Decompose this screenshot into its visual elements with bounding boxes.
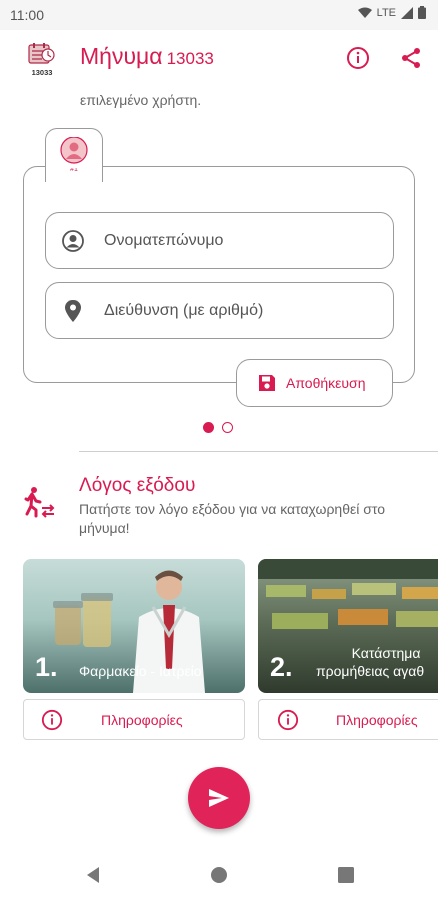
app-title-number: 13033	[166, 49, 214, 68]
nav-back-button[interactable]	[82, 864, 104, 886]
user-card	[23, 166, 415, 383]
info-icon	[347, 47, 369, 69]
share-icon	[402, 48, 420, 68]
status-bar: 11:00 LTE	[0, 0, 438, 30]
app-title: Μήνυμα 13033	[80, 43, 214, 70]
page-dot-2[interactable]	[222, 422, 233, 433]
user-tab-joint	[46, 164, 102, 168]
reason-number-2: 2.	[270, 652, 293, 682]
system-nav-bar	[0, 850, 438, 900]
name-field[interactable]: Ονοματεπώνυμο	[45, 212, 394, 269]
info-icon	[277, 709, 299, 730]
exit-reason-title: Λόγος εξόδου	[79, 475, 196, 496]
save-icon	[259, 375, 275, 391]
reason-number-1: 1.	[35, 652, 58, 682]
battery-icon	[418, 6, 426, 19]
status-icons: LTE	[357, 6, 426, 19]
home-circle-icon	[211, 867, 227, 883]
send-button[interactable]	[188, 767, 250, 829]
page-dot-1[interactable]	[203, 422, 214, 433]
reason-card-pharmacy[interactable]: 1. Φαρμακείο - Ιατρείο	[23, 559, 245, 693]
reason-title-1: Φαρμακείο - Ιατρείο	[79, 663, 202, 679]
back-triangle-icon	[87, 867, 99, 883]
reason-title-2-line2: προμήθειας αγαθ	[316, 663, 425, 679]
info-label-pharmacy: Πληροφορίες	[101, 711, 183, 728]
info-button-supply-store[interactable]: Πληροφορίες	[258, 699, 438, 740]
reason-title-2: Κατάστημα προμήθειας αγαθ	[316, 644, 424, 680]
info-icon	[41, 709, 63, 730]
walking-person-exit-icon	[24, 487, 55, 518]
signal-icon	[401, 6, 413, 19]
reason-title-2-line1: Κατάστημα	[351, 645, 421, 661]
app-logo-icon: 13033	[28, 43, 55, 77]
save-button[interactable]: Αποθήκευση	[236, 359, 393, 407]
save-button-label: Αποθήκευση	[286, 375, 366, 391]
reason-card-supply-store[interactable]: 2. Κατάστημα προμήθειας αγαθ	[258, 559, 438, 693]
recents-square-icon	[338, 867, 354, 883]
info-button-pharmacy[interactable]: Πληροφορίες	[23, 699, 245, 740]
wifi-icon	[357, 7, 372, 18]
share-button[interactable]	[397, 44, 425, 72]
address-placeholder: Διεύθυνση (με αριθμό)	[104, 301, 264, 319]
info-button[interactable]	[344, 44, 372, 72]
location-pin-icon	[60, 298, 86, 324]
exit-reason-description: Πατήστε τον λόγο εξόδου για να καταχωρηθ…	[79, 501, 385, 536]
address-field[interactable]: Διεύθυνση (με αριθμό)	[45, 282, 394, 339]
send-icon	[209, 789, 229, 807]
nav-recents-button[interactable]	[335, 864, 357, 886]
page-indicator	[203, 422, 233, 433]
person-icon	[60, 228, 86, 254]
user-tab[interactable]: #1	[45, 128, 103, 182]
info-label-supply-store: Πληροφορίες	[336, 711, 418, 728]
name-placeholder: Ονοματεπώνυμο	[104, 231, 224, 249]
truncated-instruction-text: επιλεγμένο χρήστη.	[80, 92, 202, 108]
status-time: 11:00	[10, 7, 44, 23]
section-divider	[79, 451, 438, 452]
logo-text: 13033	[32, 68, 53, 77]
network-type: LTE	[376, 6, 396, 19]
app-title-text: Μήνυμα	[80, 43, 163, 69]
nav-home-button[interactable]	[208, 864, 230, 886]
app-bar: 13033 Μήνυμα 13033	[0, 30, 438, 86]
